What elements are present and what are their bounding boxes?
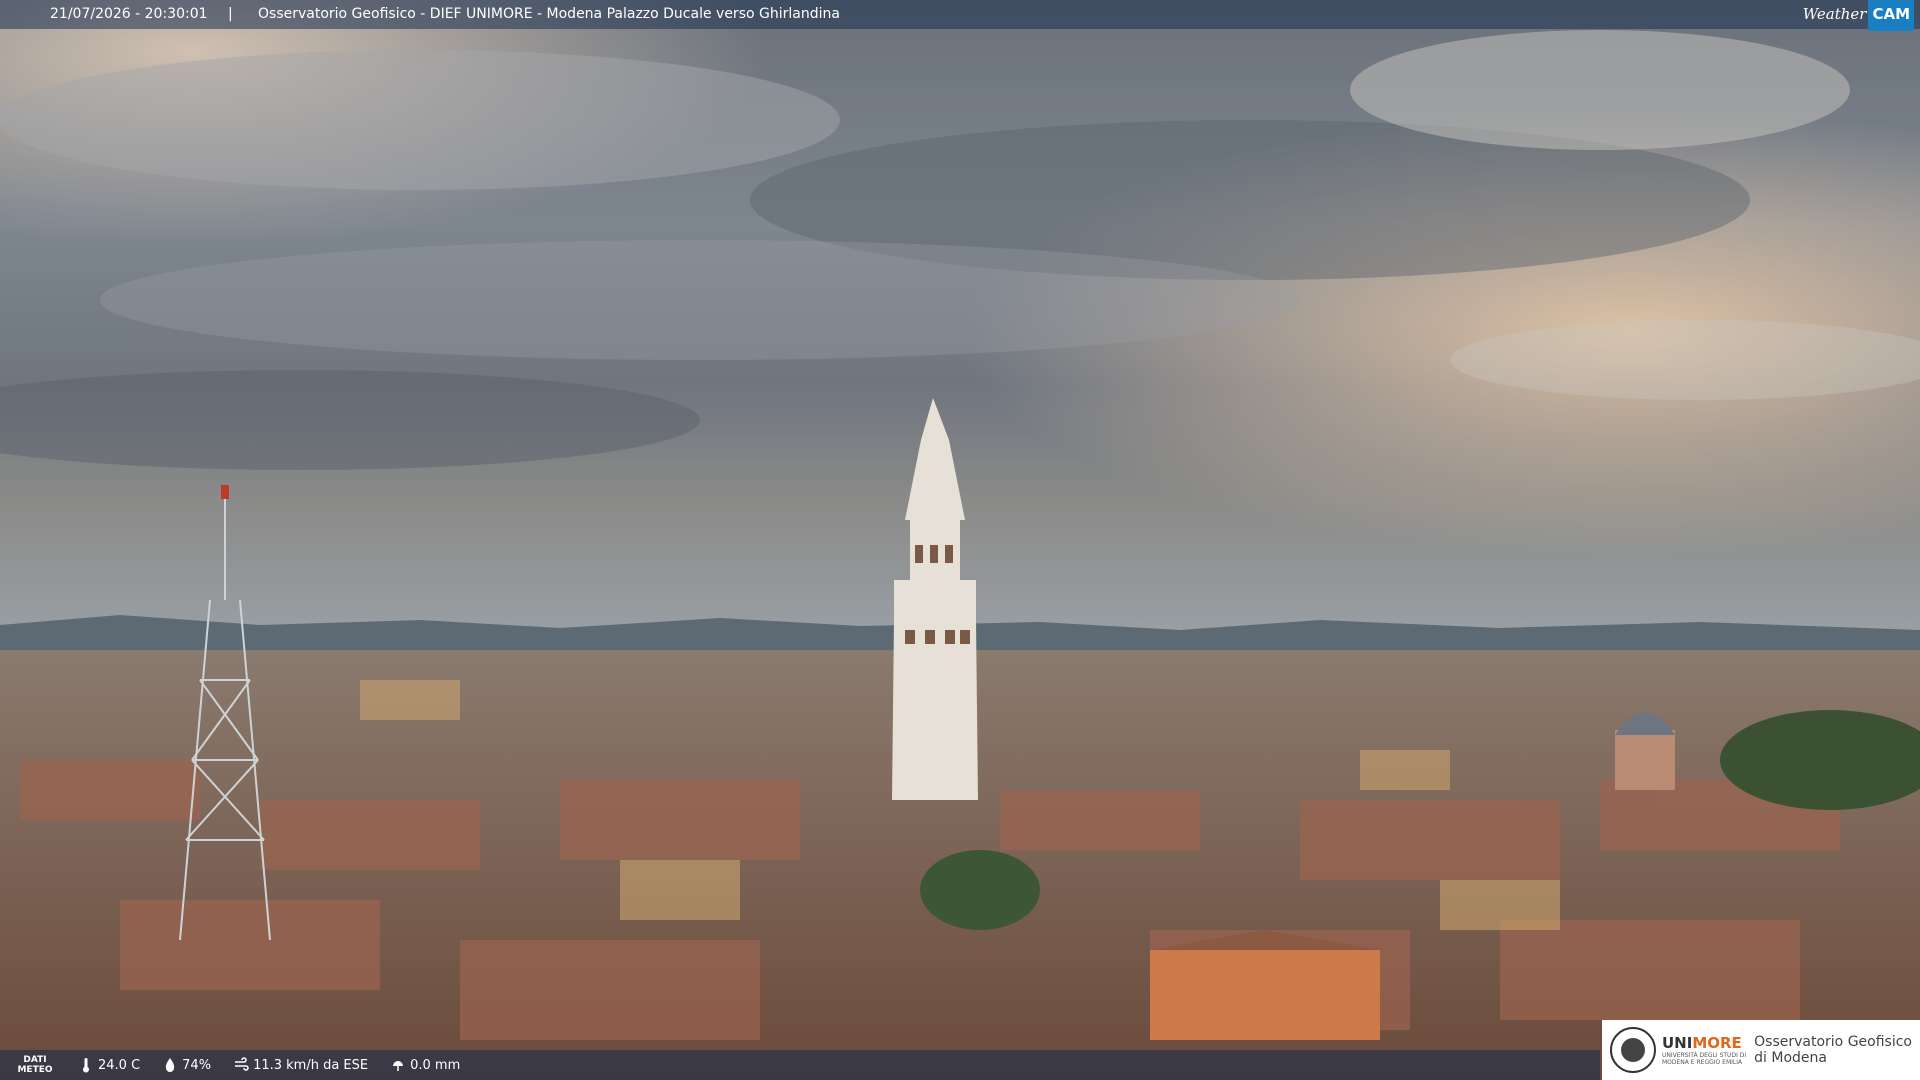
wind-icon: [235, 1057, 249, 1071]
separator: |: [228, 6, 233, 22]
humidity-reading: 74%: [162, 1057, 211, 1073]
top-overlay-bar: 21/07/2026 - 20:30:01 | Osservatorio Geo…: [0, 0, 1920, 31]
brand-cam: CAM: [1868, 0, 1914, 31]
wind-value: 11.3 km/h da ESE: [253, 1057, 369, 1073]
webcam-scene: [0, 0, 1920, 1080]
rain-value: 0.0 mm: [410, 1057, 461, 1073]
weather-data-bar: DATI METEO 24.0 C 74% 11.3 km/h da ESE 0…: [0, 1050, 1600, 1080]
humidity-value: 74%: [182, 1057, 212, 1073]
thermometer-icon: [83, 1058, 89, 1073]
weather-label-line2: METEO: [17, 1065, 53, 1075]
rain-icon: [393, 1061, 404, 1071]
university-name: UNIMORE UNIVERSITÀ DEGLI STUDI DI MODENA…: [1662, 1034, 1746, 1066]
observatory-line1: Osservatorio Geofisico: [1754, 1034, 1912, 1050]
rain-reading: 0.0 mm: [390, 1057, 460, 1073]
weather-label: DATI METEO: [0, 1055, 70, 1075]
university-name-accent: MORE: [1692, 1034, 1742, 1052]
wind-reading: 11.3 km/h da ESE: [233, 1057, 368, 1073]
weather-label-line1: DATI: [23, 1055, 47, 1065]
observatory-line2: di Modena: [1754, 1050, 1827, 1066]
university-sub2: MODENA E REGGIO EMILIA: [1662, 1059, 1743, 1066]
university-seal-icon: [1610, 1027, 1656, 1073]
location-caption: Osservatorio Geofisico - DIEF UNIMORE - …: [258, 6, 840, 22]
droplet-icon: [165, 1058, 175, 1072]
weathercam-logo: Weather CAM: [1797, 0, 1920, 31]
unimore-logo: UNIMORE UNIVERSITÀ DEGLI STUDI DI MODENA…: [1602, 1020, 1920, 1080]
observatory-name: Osservatorio Geofisico di Modena: [1754, 1034, 1912, 1066]
temperature-value: 24.0 C: [98, 1057, 141, 1073]
university-name-main: UNI: [1662, 1034, 1693, 1052]
brand-weather: Weather: [1802, 5, 1867, 23]
timestamp: 21/07/2026 - 20:30:01: [50, 6, 208, 22]
university-sub1: UNIVERSITÀ DEGLI STUDI DI: [1662, 1052, 1747, 1059]
temperature-reading: 24.0 C: [78, 1057, 140, 1073]
